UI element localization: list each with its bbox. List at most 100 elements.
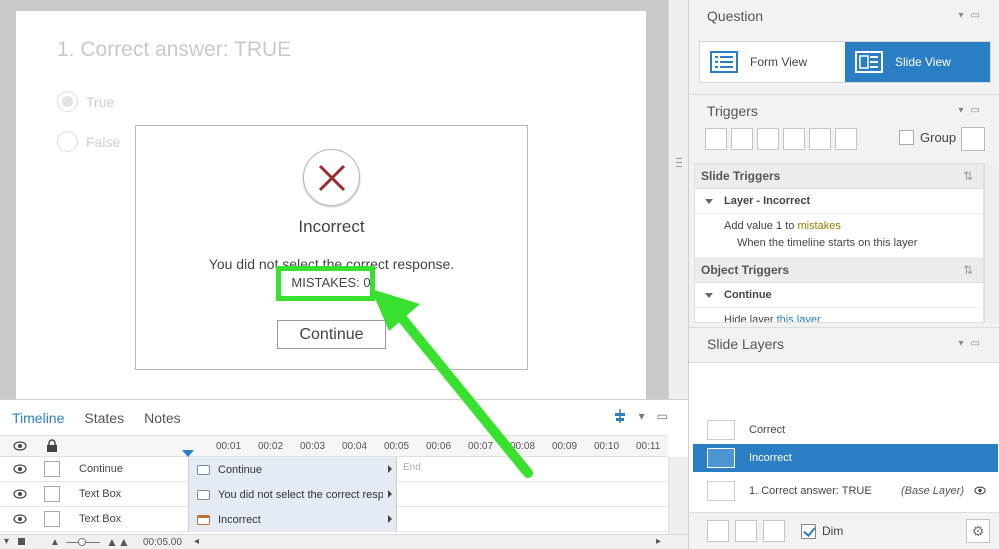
timeline-tools: ▾ ▭	[613, 409, 668, 423]
edit-trigger-icon[interactable]	[731, 128, 753, 150]
lock-checkbox[interactable]	[44, 511, 60, 527]
new-trigger-icon[interactable]	[705, 128, 727, 150]
trigger-list: Slide Triggers ⇅ Layer - Incorrect Add v…	[694, 163, 984, 323]
lock-icon[interactable]	[46, 439, 58, 456]
variables-icon[interactable]	[961, 127, 985, 151]
layer-correct[interactable]: Correct	[693, 416, 998, 444]
duplicate-layer-icon[interactable]	[735, 520, 757, 542]
float-panel-icon[interactable]: ▭	[971, 338, 980, 349]
slide-triggers-header[interactable]: Slide Triggers ⇅	[695, 164, 983, 189]
action-value: 1	[776, 220, 783, 232]
tick-label: 00:04	[342, 441, 368, 452]
zoom-out-icon[interactable]: ▲	[50, 537, 60, 548]
cue-point-icon[interactable]	[613, 409, 627, 423]
delete-layer-icon[interactable]	[763, 520, 785, 542]
timeline-row[interactable]: Continue Continue End	[0, 457, 668, 482]
float-panel-icon[interactable]: ▭	[971, 10, 980, 21]
float-panel-icon[interactable]: ▭	[971, 105, 980, 116]
continue-button[interactable]: Continue	[277, 320, 386, 349]
button-object-icon	[197, 464, 210, 475]
action-verb: Add value	[724, 220, 773, 232]
option-false[interactable]: False	[57, 131, 120, 152]
trigger-group-layer-incorrect[interactable]: Layer - Incorrect	[695, 189, 983, 214]
zoom-slider-handle[interactable]	[78, 538, 86, 546]
trigger-action[interactable]: Hide layer this layer	[695, 308, 983, 323]
expand-arrow-icon[interactable]	[388, 515, 392, 523]
delete-trigger-icon[interactable]	[809, 128, 831, 150]
timeline-row[interactable]: Text Box Incorrect	[0, 507, 668, 532]
collapse-icon[interactable]: ▾	[4, 536, 9, 547]
lock-checkbox[interactable]	[44, 461, 60, 477]
section-title: Object Triggers	[701, 263, 790, 277]
layer-incorrect[interactable]: Incorrect	[693, 444, 998, 472]
layer-base[interactable]: 1. Correct answer: TRUE (Base Layer)	[693, 477, 998, 505]
variable-link[interactable]: mistakes	[797, 220, 840, 232]
trigger-action[interactable]: Add value 1 to mistakes	[695, 214, 983, 235]
move-trigger-icon[interactable]	[835, 128, 857, 150]
expand-arrow-icon[interactable]	[388, 465, 392, 473]
stop-icon[interactable]	[18, 538, 25, 545]
playhead[interactable]	[182, 450, 194, 457]
trigger-condition[interactable]: When the timeline starts on this layer	[695, 235, 983, 258]
tick-label: 00:05	[384, 441, 410, 452]
scroll-left-icon[interactable]: ◂	[194, 536, 199, 547]
dim-checkbox[interactable]	[801, 523, 816, 539]
tab-notes[interactable]: Notes	[144, 410, 181, 426]
radio-button[interactable]	[57, 91, 78, 112]
cond-event: starts	[828, 237, 856, 249]
eye-icon[interactable]	[12, 462, 28, 476]
zoom-in-icon[interactable]: ▲▲	[106, 535, 130, 549]
trigger-scrollbar[interactable]	[984, 163, 998, 323]
option-label: True	[86, 93, 115, 110]
form-view-button[interactable]: Form View	[700, 42, 845, 82]
tick-label: 00:07	[468, 441, 494, 452]
canvas-scrollbar[interactable]	[668, 0, 688, 399]
collapse-icon[interactable]: ⇅	[963, 258, 973, 283]
timeline-bar[interactable]: Incorrect	[188, 507, 397, 532]
trigger-group-continue[interactable]: Continue	[695, 283, 983, 308]
timeline-row[interactable]: Text Box You did not select the correct …	[0, 482, 668, 507]
timeline-bar[interactable]: You did not select the correct resp...	[188, 482, 397, 507]
dropdown-icon[interactable]: ▾	[959, 10, 964, 21]
paste-trigger-icon[interactable]	[783, 128, 805, 150]
layer-name: 1. Correct answer: TRUE	[749, 485, 872, 497]
slide-title: 1. Correct answer: TRUE	[57, 38, 292, 61]
expand-arrow-icon[interactable]	[388, 490, 392, 498]
cond-target[interactable]: this layer	[873, 237, 917, 249]
layers-list: Correct Incorrect 1. Correct answer: TRU…	[689, 362, 999, 512]
eye-icon[interactable]	[974, 486, 986, 498]
gear-icon[interactable]: ⚙	[966, 519, 990, 543]
cond-object[interactable]: timeline	[787, 237, 825, 249]
timeline-scrollbar[interactable]	[668, 457, 688, 534]
tab-states[interactable]: States	[84, 410, 124, 426]
group-checkbox[interactable]	[899, 130, 914, 145]
dropdown-icon[interactable]: ▾	[959, 105, 964, 116]
scroll-right-icon[interactable]: ▸	[656, 536, 661, 547]
group-toggle[interactable]: Group	[899, 130, 956, 145]
timeline-footer: ▾ ▲ ▲▲ 00:05.00 ◂ ▸	[0, 534, 688, 549]
duration-label: 00:05.00	[143, 537, 182, 548]
tick-label: 00:02	[258, 441, 284, 452]
option-label: False	[86, 133, 121, 150]
copy-trigger-icon[interactable]	[757, 128, 779, 150]
object-triggers-header[interactable]: Object Triggers ⇅	[695, 258, 983, 283]
eye-icon[interactable]	[12, 512, 28, 526]
panel-title: Triggers	[707, 102, 758, 119]
collapse-icon[interactable]: ⇅	[963, 164, 973, 189]
option-true[interactable]: True	[57, 91, 114, 112]
new-layer-icon[interactable]	[707, 520, 729, 542]
radio-button[interactable]	[57, 131, 78, 152]
float-panel-icon[interactable]: ▭	[657, 409, 668, 423]
lock-checkbox[interactable]	[44, 486, 60, 502]
dropdown-icon[interactable]: ▾	[639, 409, 645, 423]
dropdown-icon[interactable]: ▾	[959, 338, 964, 349]
eye-icon[interactable]	[12, 487, 28, 501]
timeline-bar[interactable]: Continue	[188, 457, 397, 482]
action-verb: Hide layer	[724, 314, 774, 323]
tab-timeline[interactable]: Timeline	[12, 410, 64, 426]
slide-view-button[interactable]: Slide View	[845, 42, 990, 82]
feedback-title: Incorrect	[298, 217, 365, 236]
slide-view-label: Slide View	[895, 55, 951, 69]
action-target[interactable]: this layer	[777, 314, 821, 322]
eye-icon[interactable]	[12, 439, 28, 453]
